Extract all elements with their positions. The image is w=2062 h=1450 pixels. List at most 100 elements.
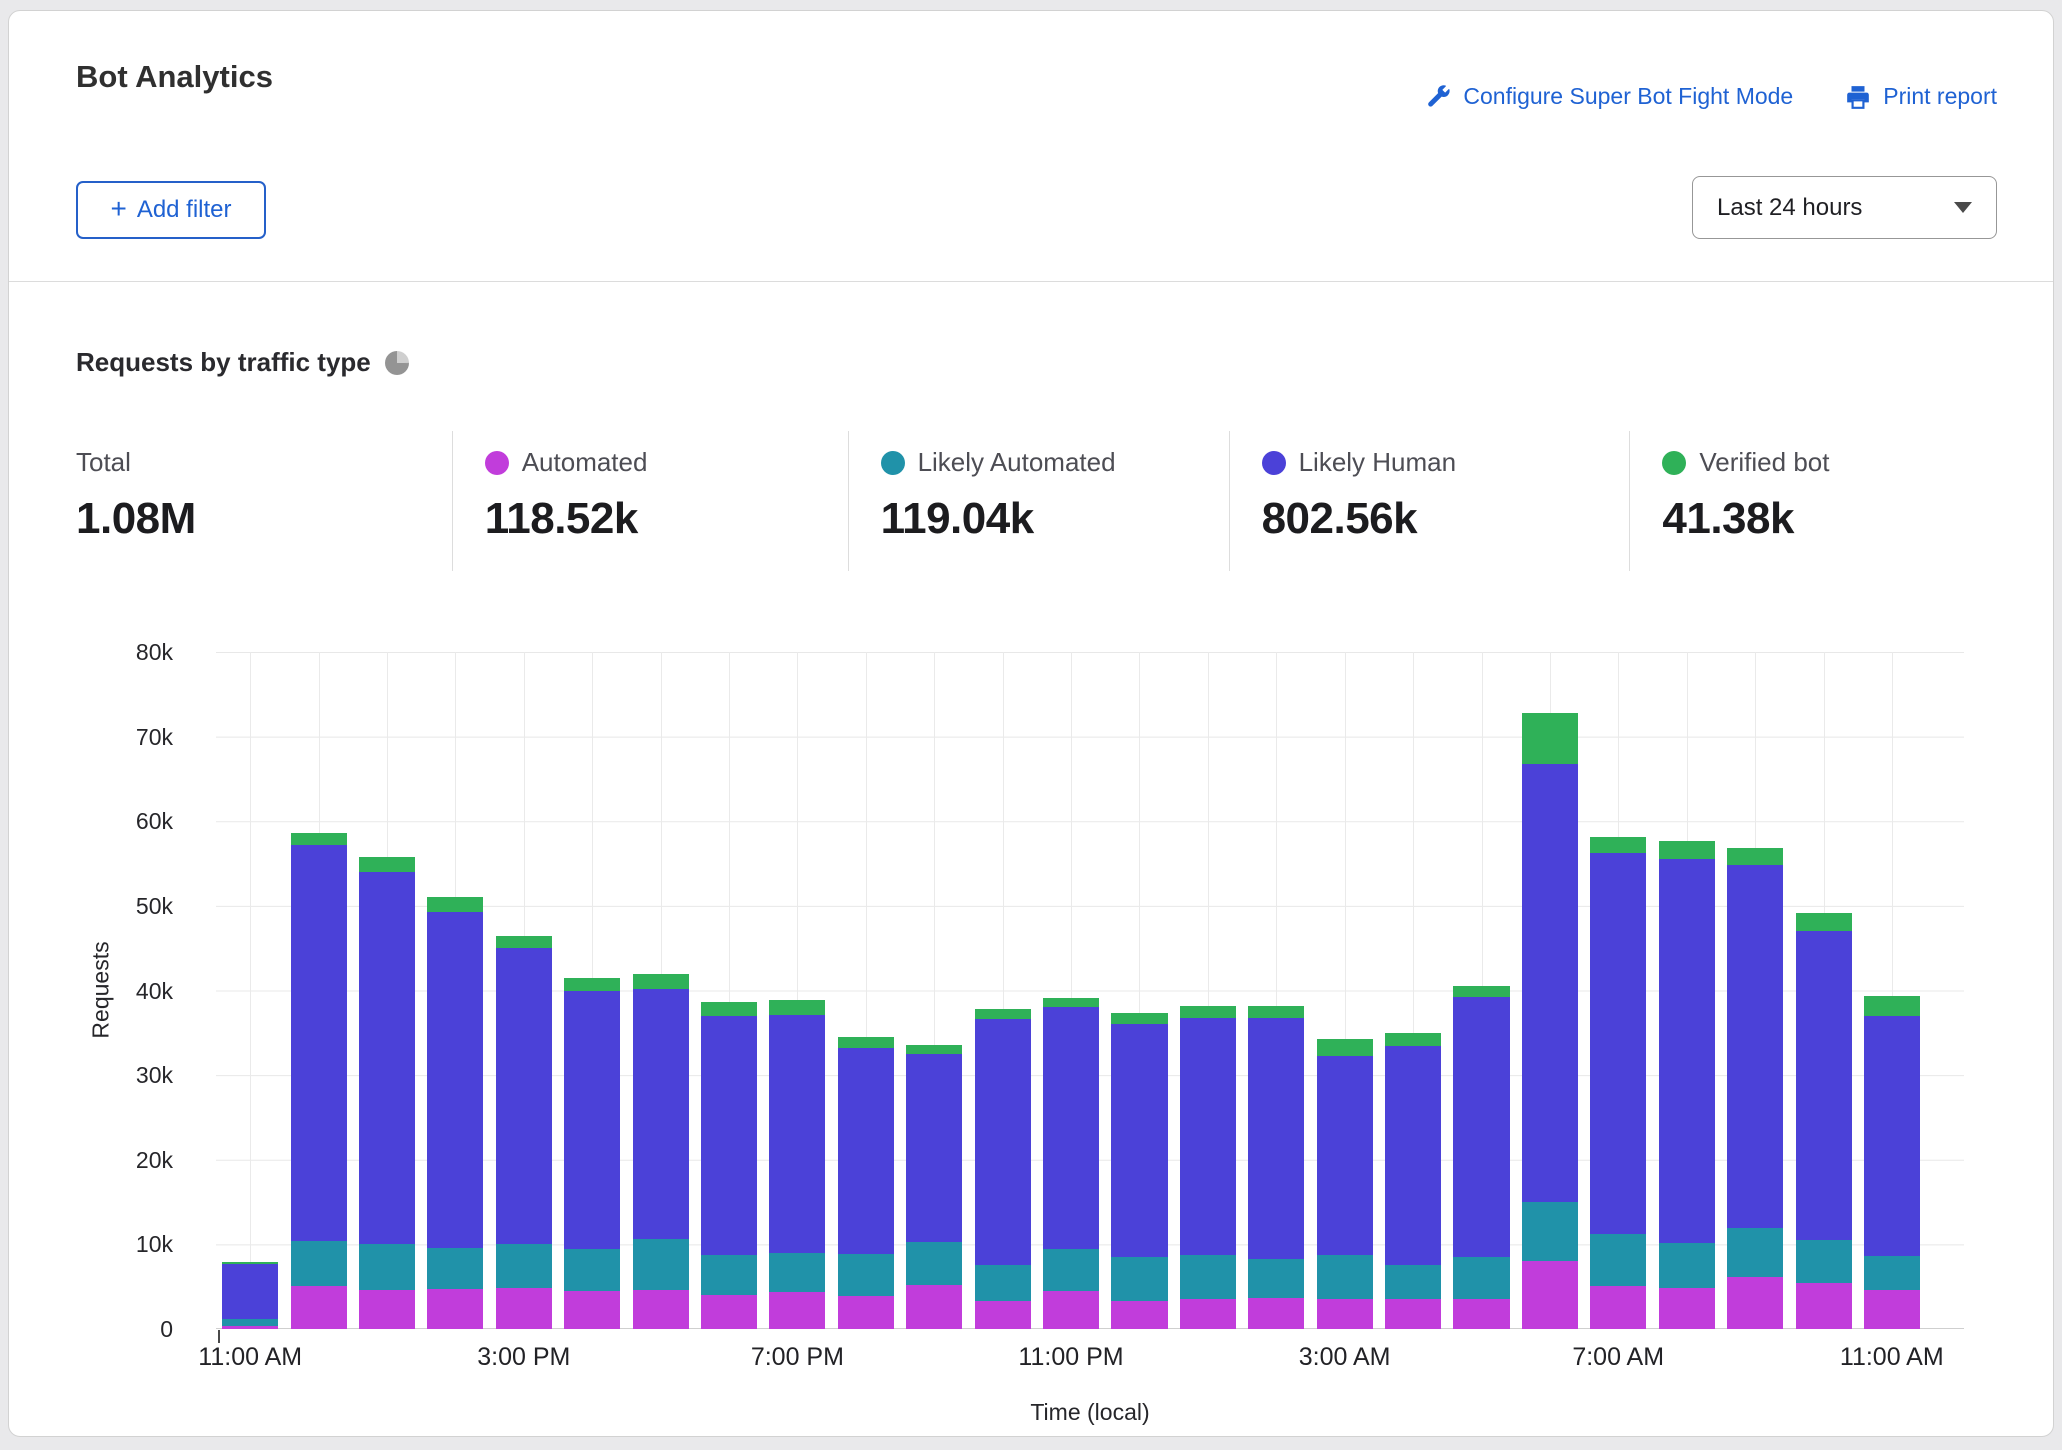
segment-likely-human [496,948,552,1244]
print-report-link[interactable]: Print report [1845,83,1997,110]
y-tick-label: 80k [43,637,173,667]
segment-likely-human [1248,1018,1304,1259]
y-tick-label: 60k [43,806,173,836]
segment-automated [291,1286,347,1329]
segment-verified-bot [1453,986,1509,997]
add-filter-button[interactable]: + Add filter [76,181,266,239]
segment-likely-automated [1180,1255,1236,1299]
segment-likely-human [1180,1018,1236,1255]
stat-likely-human: Likely Human802.56k [1229,431,1630,571]
segment-automated [1659,1288,1715,1329]
bar-slot-400am [1379,652,1447,1329]
segment-automated [1590,1286,1646,1329]
segment-verified-bot [633,974,689,989]
bar-slot-200pm [421,652,489,1329]
segment-likely-automated [1043,1249,1099,1291]
segment-automated [1385,1299,1441,1330]
segment-likely-automated [1453,1257,1509,1299]
segment-automated [222,1326,278,1329]
segment-automated [838,1296,894,1329]
printer-icon [1845,84,1871,110]
x-tick-label: 3:00 AM [1245,1343,1445,1372]
bar-slot-300am [1311,652,1379,1329]
bar-slot-300pm [490,652,558,1329]
stacked-bar [359,857,415,1329]
x-tick-label: 3:00 PM [424,1343,624,1372]
stacked-bar [1453,986,1509,1329]
segment-likely-automated [769,1253,825,1292]
segment-verified-bot [1043,998,1099,1007]
legend-dot-icon [1662,451,1686,475]
x-tick-label: 11:00 AM [150,1343,350,1372]
stat-label: Total [76,447,131,478]
bar-slot-1100am [1858,652,1926,1329]
bar-slot-700am [1584,652,1652,1329]
stacked-bar [1727,848,1783,1329]
stacked-bar [1248,1006,1304,1329]
stacked-bar [1180,1006,1236,1329]
x-tick-label: 7:00 PM [697,1343,897,1372]
x-tick-label: 11:00 PM [971,1343,1171,1372]
stat-label: Likely Human [1299,447,1457,478]
bar-slot-1000am [1789,652,1857,1329]
configure-link-label: Configure Super Bot Fight Mode [1463,83,1793,110]
segment-likely-human [564,991,620,1249]
segment-likely-automated [564,1249,620,1291]
stacked-bar [975,1009,1031,1329]
stat-value: 119.04k [881,494,1229,544]
pie-chart-icon [385,351,409,375]
configure-super-bot-fight-mode-link[interactable]: Configure Super Bot Fight Mode [1425,83,1793,110]
segment-likely-human [769,1015,825,1253]
stacked-bar [1796,913,1852,1329]
segment-likely-human [701,1016,757,1255]
y-tick-label: 30k [43,1060,173,1090]
segment-verified-bot [1864,996,1920,1016]
chevron-down-icon [1954,202,1972,213]
segment-likely-automated [975,1265,1031,1301]
stat-label: Likely Automated [918,447,1116,478]
y-tick-label: 70k [43,722,173,752]
stacked-bar [1111,1013,1167,1329]
stat-value: 41.38k [1662,494,2045,544]
segment-verified-bot [564,978,620,991]
segment-likely-automated [291,1241,347,1286]
segment-likely-automated [1385,1265,1441,1299]
segment-automated [769,1292,825,1329]
segment-verified-bot [1522,713,1578,764]
bar-slot-500pm [626,652,694,1329]
segment-automated [1796,1283,1852,1329]
section-title: Requests by traffic type [76,347,371,378]
segment-likely-human [1796,931,1852,1240]
segment-likely-automated [906,1242,962,1285]
bot-analytics-card: Bot Analytics Configure Super Bot Fight … [8,10,2054,1437]
segment-automated [1043,1291,1099,1329]
segment-verified-bot [291,833,347,845]
stacked-bar [222,1262,278,1329]
x-axis-title: Time (local) [216,1399,1964,1426]
segment-likely-automated [1522,1202,1578,1260]
bar-slot-100pm [353,652,421,1329]
segment-likely-human [1864,1016,1920,1256]
segment-likely-automated [222,1319,278,1326]
bar-slot-800pm [832,652,900,1329]
time-range-select[interactable]: Last 24 hours [1692,176,1997,239]
section-title-row: Requests by traffic type [76,347,409,378]
print-link-label: Print report [1883,83,1997,110]
segment-automated [975,1301,1031,1329]
stacked-bar [1522,713,1578,1329]
segment-likely-automated [427,1248,483,1290]
segment-likely-human [1659,859,1715,1243]
bar-slot-1200am [1105,652,1173,1329]
segment-verified-bot [906,1045,962,1054]
segment-likely-human [975,1019,1031,1264]
segment-likely-human [1522,764,1578,1202]
segment-verified-bot [838,1037,894,1048]
y-axis-labels: 80k70k60k50k40k30k20k10k0 [43,591,173,1329]
segment-automated [564,1291,620,1329]
stacked-bar [633,974,689,1329]
segment-likely-human [906,1054,962,1242]
stacked-bar [427,897,483,1329]
segment-verified-bot [1111,1013,1167,1024]
segment-automated [427,1289,483,1329]
stacked-bar [701,1002,757,1329]
